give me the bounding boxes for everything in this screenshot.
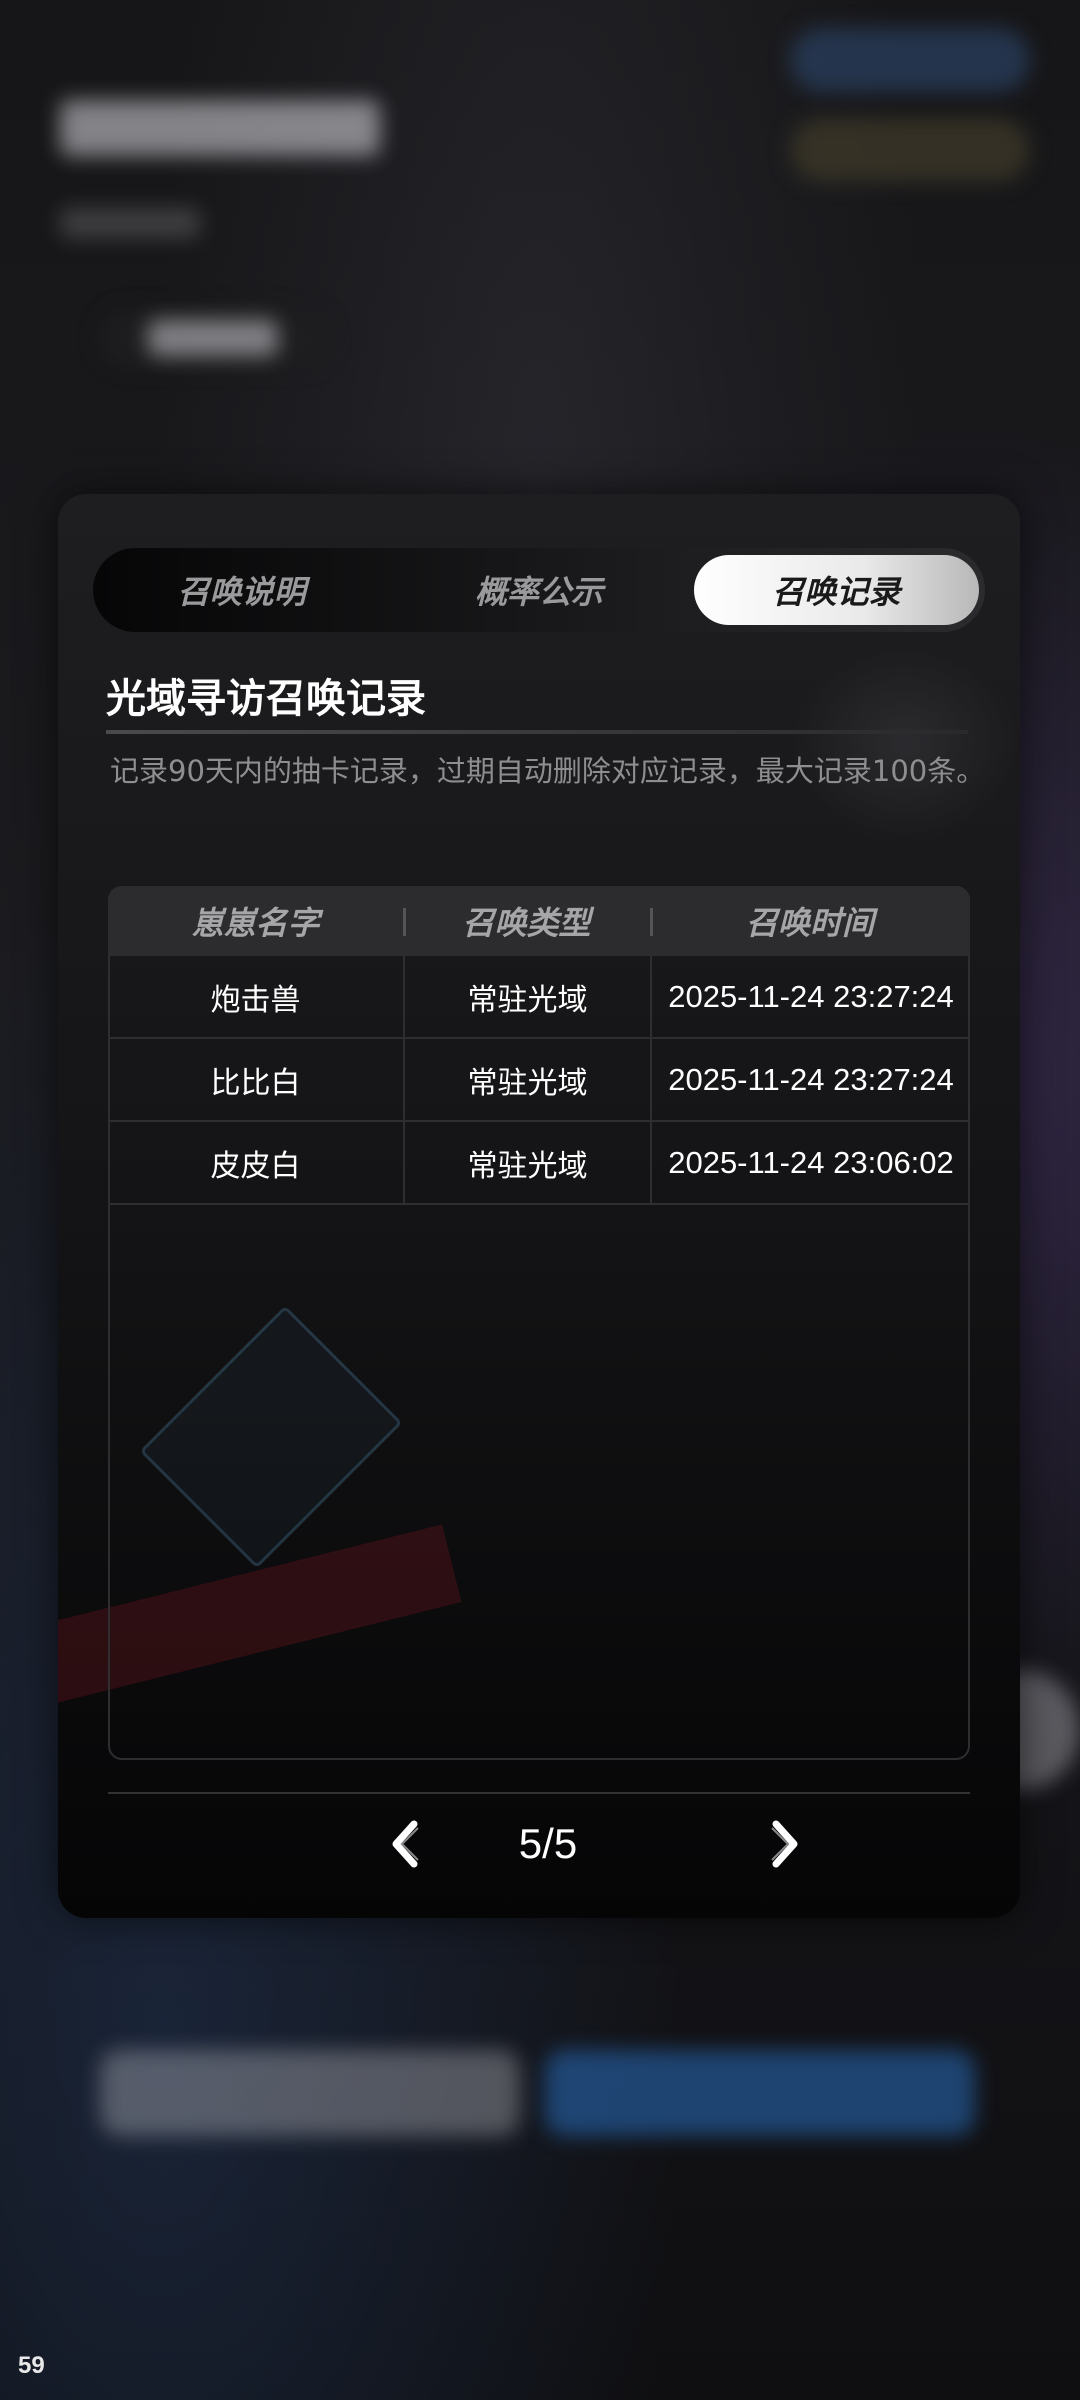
summon-record-panel: 召唤说明 概率公示 召唤记录 光域寻访召唤记录 记录90天内的抽卡记录，过期自动… bbox=[58, 494, 1020, 1918]
background-button-right bbox=[545, 2050, 975, 2136]
table-body: 炮击兽 常驻光域 2025-11-24 23:27:24 比比白 常驻光域 20… bbox=[108, 956, 970, 1205]
pager-divider bbox=[108, 1792, 970, 1794]
decorative-sticker bbox=[790, 644, 1020, 844]
row-time: 2025-11-24 23:27:24 bbox=[650, 956, 970, 1037]
header-type: 召唤类型 bbox=[403, 886, 650, 956]
row-name: 炮击兽 bbox=[210, 982, 301, 1018]
tab-summon-info[interactable]: 召唤说明 bbox=[99, 555, 384, 625]
chevron-left-icon bbox=[392, 1820, 419, 1868]
background-button-left bbox=[100, 2050, 520, 2136]
header-time: 召唤时间 bbox=[650, 886, 970, 956]
row-name: 皮皮白 bbox=[210, 1148, 301, 1184]
chevron-right-icon bbox=[771, 1820, 798, 1868]
row-time: 2025-11-24 23:27:24 bbox=[650, 1039, 970, 1120]
tab-bar: 召唤说明 概率公示 召唤记录 bbox=[93, 548, 985, 632]
next-page-button[interactable] bbox=[754, 1814, 814, 1874]
tab-probability[interactable]: 概率公示 bbox=[396, 555, 681, 625]
table-row: 皮皮白 常驻光域 2025-11-24 23:06:02 bbox=[108, 1122, 970, 1205]
row-type: 常驻光域 bbox=[403, 1039, 650, 1120]
pagination: 5/5 bbox=[58, 1814, 1020, 1874]
screen: 召唤说明 概率公示 召唤记录 光域寻访召唤记录 记录90天内的抽卡记录，过期自动… bbox=[0, 0, 1080, 2400]
background-currency-1 bbox=[790, 28, 1030, 92]
prev-page-button[interactable] bbox=[376, 1814, 436, 1874]
background-pill-label bbox=[148, 320, 278, 356]
table-header: 崽崽名字 召唤类型 召唤时间 bbox=[108, 886, 970, 956]
record-title: 光域寻访召唤记录 bbox=[106, 676, 426, 722]
background-subtitle bbox=[60, 208, 200, 238]
record-description: 记录90天内的抽卡记录，过期自动删除对应记录，最大记录100条。 bbox=[110, 754, 986, 788]
table-row: 炮击兽 常驻光域 2025-11-24 23:27:24 bbox=[108, 956, 970, 1039]
page-indicator: 5/5 bbox=[518, 1820, 578, 1867]
background-title bbox=[60, 100, 380, 156]
row-type: 常驻光域 bbox=[403, 1122, 650, 1203]
header-name: 崽崽名字 bbox=[191, 904, 320, 942]
row-type: 常驻光域 bbox=[403, 956, 650, 1037]
table-row: 比比白 常驻光域 2025-11-24 23:27:24 bbox=[108, 1039, 970, 1122]
row-time: 2025-11-24 23:06:02 bbox=[650, 1122, 970, 1203]
title-divider bbox=[106, 730, 968, 734]
record-table: 崽崽名字 召唤类型 召唤时间 炮击兽 常驻光域 2025-11-24 23:27… bbox=[108, 886, 970, 1256]
fps-counter: 59 bbox=[18, 2352, 45, 2379]
row-name: 比比白 bbox=[210, 1065, 301, 1101]
background-currency-2 bbox=[790, 118, 1030, 182]
tab-summon-record[interactable]: 召唤记录 bbox=[693, 555, 979, 625]
